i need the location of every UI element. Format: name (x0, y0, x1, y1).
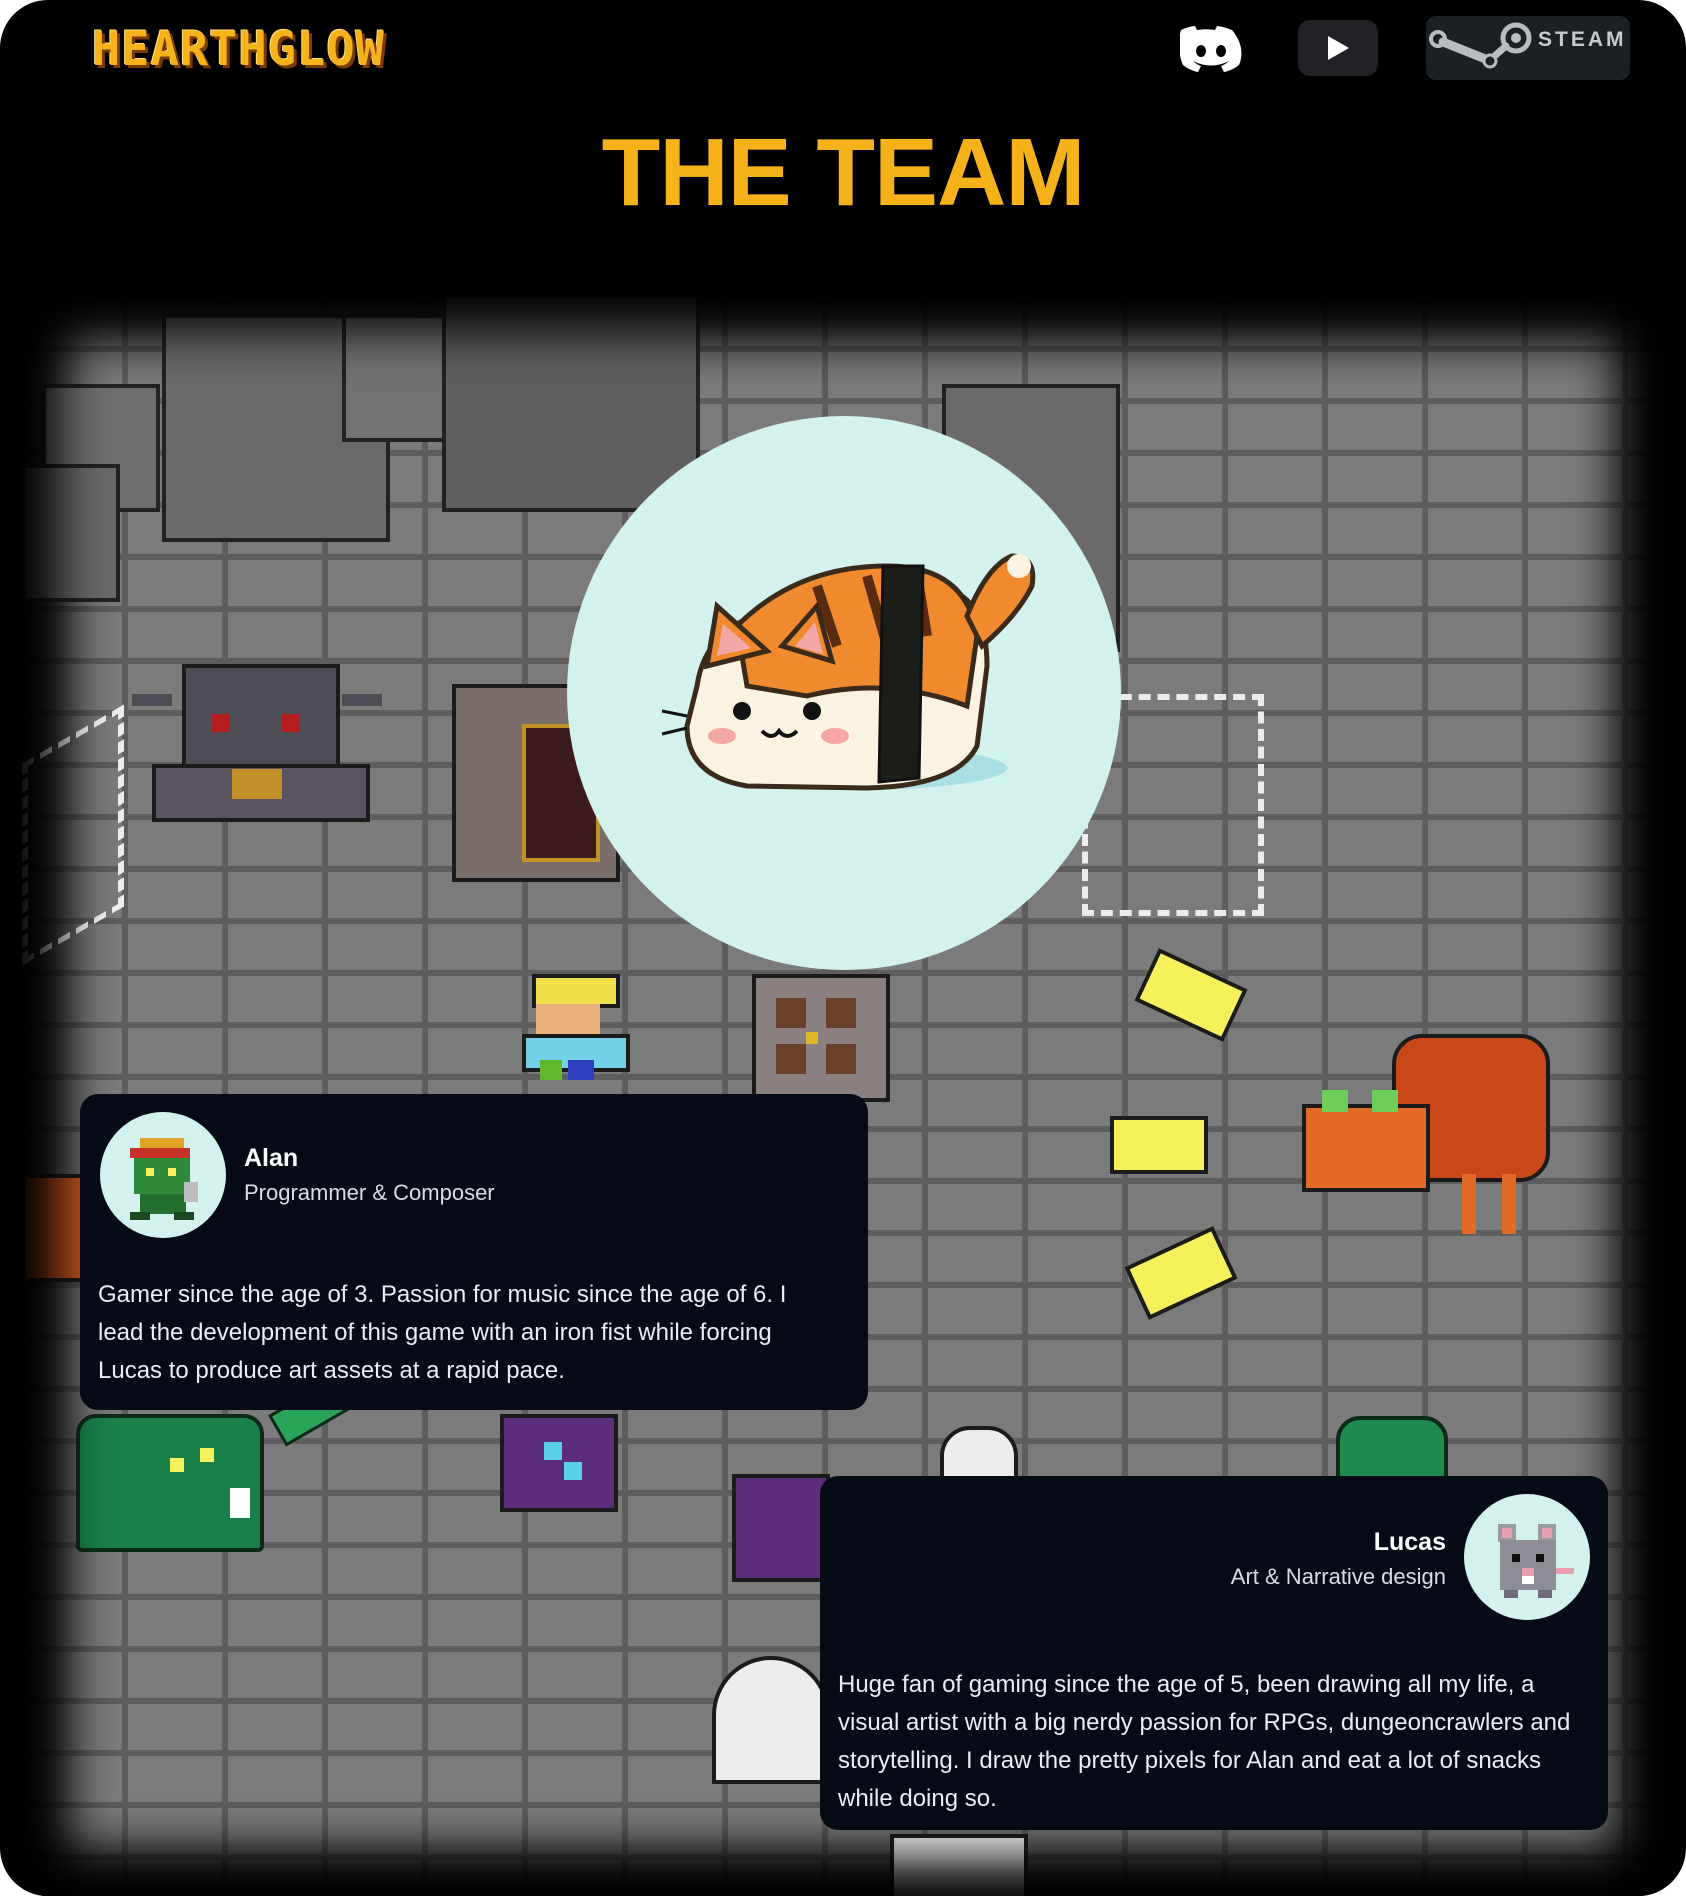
member-role: Art & Narrative design (1230, 1564, 1446, 1589)
member-bio: Gamer since the age of 3. Passion for mu… (98, 1281, 787, 1384)
featured-avatar (567, 416, 1121, 970)
sushi-cat-icon (661, 553, 1036, 791)
team-card-lucas: Lucas Art & Narrative design Huge fan of… (820, 1476, 1608, 1830)
avatar (100, 1112, 226, 1238)
discord-link[interactable] (1176, 20, 1246, 76)
fireball-sprite (1110, 1116, 1208, 1174)
member-name: Lucas (1373, 1528, 1446, 1556)
page-title: THE TEAM (601, 119, 1086, 226)
play-icon (1328, 36, 1349, 60)
pixel-rat-icon (1498, 1524, 1574, 1598)
spider-sprite (132, 604, 382, 822)
youtube-link[interactable] (1298, 20, 1378, 76)
discord-icon (1180, 26, 1242, 72)
ghost-sprite (890, 1834, 1028, 1896)
green-gem-sprite (1336, 1416, 1448, 1484)
purple-slime-sprite (732, 1474, 830, 1582)
fire-spider-sprite (1302, 1034, 1552, 1234)
pixel-goblin-icon (130, 1138, 198, 1220)
member-bio: Huge fan of gaming since the age of 5, b… (838, 1671, 1571, 1812)
fireball-sprite (1124, 1226, 1238, 1320)
rock-sprite (442, 294, 700, 512)
green-beast-sprite (76, 1414, 264, 1552)
hero-sprite (522, 974, 630, 1084)
member-role: Programmer & Composer (244, 1180, 495, 1205)
avatar (1464, 1494, 1590, 1620)
member-name: Alan (244, 1144, 299, 1172)
team-card-alan: Alan Programmer & Composer Gamer since t… (80, 1094, 868, 1410)
steam-icon (1429, 22, 1532, 69)
ghost-sprite (712, 1656, 830, 1784)
steam-link[interactable]: STEAM (1426, 16, 1630, 80)
cobweb-sprite (22, 704, 124, 966)
page-frame: HEARTHGLOW STEAM THE TEAM Alan Programme… (0, 0, 1686, 1896)
purple-slime-sprite (500, 1414, 618, 1512)
chest-sprite (752, 974, 890, 1102)
hearthglow-logo[interactable]: HEARTHGLOW (92, 24, 385, 76)
crate-sprite (22, 1174, 86, 1282)
rock-sprite (22, 464, 120, 602)
steam-label: STEAM (1538, 28, 1627, 51)
fireball-sprite (1134, 948, 1248, 1042)
